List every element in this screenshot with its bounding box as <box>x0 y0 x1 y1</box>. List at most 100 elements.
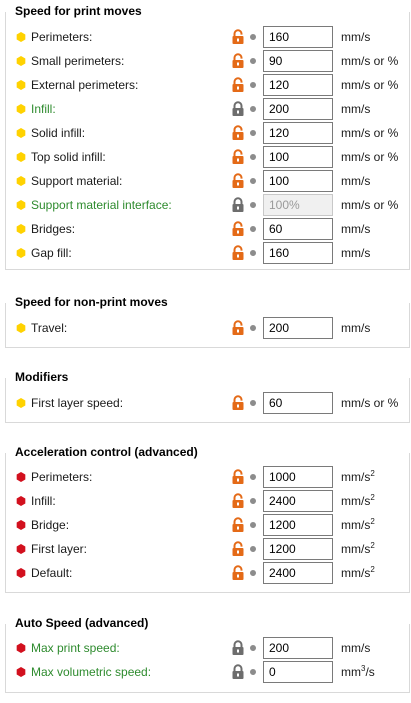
reset-dot-icon[interactable] <box>250 400 256 406</box>
setting-row-bridges: Bridges: mm/s <box>6 218 409 240</box>
unit-text: mm/s or % <box>341 126 399 140</box>
setting-row-support-material-interface: Support material interface: mm/s or % <box>6 194 409 216</box>
reset-dot-icon[interactable] <box>250 226 256 232</box>
setting-row-small-perimeters: Small perimeters: mm/s or % <box>6 50 409 72</box>
reset-dot-icon[interactable] <box>250 669 256 675</box>
value-input-max-volumetric-speed[interactable] <box>263 661 333 683</box>
value-input-perimeters[interactable] <box>263 26 333 48</box>
lock-icon[interactable] <box>231 640 245 656</box>
section-title: Modifiers <box>15 369 72 385</box>
reset-dot-icon[interactable] <box>250 202 256 208</box>
unlock-icon[interactable] <box>231 541 245 557</box>
value-input-support-material[interactable] <box>263 170 333 192</box>
unit-label: mm/s2 <box>341 541 375 557</box>
expert-mode-bullet-icon <box>16 643 26 653</box>
value-input-infill[interactable] <box>263 98 333 120</box>
unit-text: mm/s <box>341 641 371 655</box>
unit-label: mm/s2 <box>341 469 375 485</box>
unlock-icon[interactable] <box>231 493 245 509</box>
value-input-bridges[interactable] <box>263 218 333 240</box>
unit-suffix: /s <box>365 665 375 679</box>
value-input-top-solid-infill[interactable] <box>263 146 333 168</box>
setting-label: Bridges: <box>31 222 76 236</box>
reset-dot-icon[interactable] <box>250 58 256 64</box>
reset-dot-icon[interactable] <box>250 522 256 528</box>
unlock-icon[interactable] <box>231 173 245 189</box>
value-input-bridge[interactable] <box>263 514 333 536</box>
lock-icon[interactable] <box>231 101 245 117</box>
unit-label: mm/s <box>341 320 370 336</box>
reset-dot-icon[interactable] <box>250 250 256 256</box>
value-input-external-perimeters[interactable] <box>263 74 333 96</box>
value-input-default[interactable] <box>263 562 333 584</box>
setting-row-external-perimeters: External perimeters: mm/s or % <box>6 74 409 96</box>
value-input-solid-infill[interactable] <box>263 122 333 144</box>
setting-row-first-layer: First layer: mm/s2 <box>6 538 409 560</box>
unit-text: mm/s <box>341 518 371 532</box>
value-input-travel[interactable] <box>263 317 333 339</box>
value-input-max-print-speed[interactable] <box>263 637 333 659</box>
unit-label: mm/s <box>341 101 370 117</box>
reset-dot-icon[interactable] <box>250 474 256 480</box>
setting-label: Solid infill: <box>31 126 86 140</box>
unlock-icon[interactable] <box>231 395 245 411</box>
reset-dot-icon[interactable] <box>250 178 256 184</box>
advanced-mode-bullet-icon <box>16 323 26 333</box>
reset-dot-icon[interactable] <box>250 645 256 651</box>
reset-dot-icon[interactable] <box>250 82 256 88</box>
unlock-icon[interactable] <box>231 221 245 237</box>
setting-label: First layer speed: <box>31 396 124 410</box>
value-input-first-layer-speed[interactable] <box>263 392 333 414</box>
unit-text: mm/s <box>341 494 371 508</box>
reset-dot-icon[interactable] <box>250 106 256 112</box>
lock-icon[interactable] <box>231 197 245 213</box>
unlock-icon[interactable] <box>231 469 245 485</box>
unlock-icon[interactable] <box>231 125 245 141</box>
advanced-mode-bullet-icon <box>16 248 26 258</box>
unlock-icon[interactable] <box>231 320 245 336</box>
unlock-icon[interactable] <box>231 565 245 581</box>
unlock-icon[interactable] <box>231 77 245 93</box>
unit-label: mm/s or % <box>341 53 398 69</box>
reset-dot-icon[interactable] <box>250 546 256 552</box>
unit-label: mm/s <box>341 29 370 45</box>
unit-label: mm/s or % <box>341 395 398 411</box>
section-title: Speed for non-print moves <box>15 294 171 310</box>
lock-icon[interactable] <box>231 664 245 680</box>
reset-dot-icon[interactable] <box>250 154 256 160</box>
reset-dot-icon[interactable] <box>250 130 256 136</box>
advanced-mode-bullet-icon <box>16 32 26 42</box>
unlock-icon[interactable] <box>231 29 245 45</box>
reset-dot-icon[interactable] <box>250 498 256 504</box>
setting-label: Top solid infill: <box>31 150 106 164</box>
reset-dot-icon[interactable] <box>250 325 256 331</box>
value-input-small-perimeters[interactable] <box>263 50 333 72</box>
setting-row-top-solid-infill: Top solid infill: mm/s or % <box>6 146 409 168</box>
value-input-infill[interactable] <box>263 490 333 512</box>
reset-dot-icon[interactable] <box>250 570 256 576</box>
advanced-mode-bullet-icon <box>16 398 26 408</box>
value-input-gap-fill[interactable] <box>263 242 333 264</box>
unit-text: mm/s <box>341 566 371 580</box>
unlock-icon[interactable] <box>231 53 245 69</box>
value-input-perimeters[interactable] <box>263 466 333 488</box>
unit-label: mm/s or % <box>341 125 398 141</box>
unlock-icon[interactable] <box>231 149 245 165</box>
setting-label: Perimeters: <box>31 30 93 44</box>
value-input-first-layer[interactable] <box>263 538 333 560</box>
reset-dot-icon[interactable] <box>250 34 256 40</box>
unit-text: mm/s <box>341 246 371 260</box>
setting-row-travel: Travel: mm/s <box>6 317 409 339</box>
unlock-icon[interactable] <box>231 517 245 533</box>
unit-text: mm <box>341 665 361 679</box>
advanced-mode-bullet-icon <box>16 104 26 114</box>
value-input-support-material-interface <box>263 194 333 216</box>
unlock-icon[interactable] <box>231 245 245 261</box>
unit-label: mm/s or % <box>341 149 398 165</box>
setting-label: Max print speed: <box>31 641 120 655</box>
setting-label: Gap fill: <box>31 246 72 260</box>
unit-label: mm/s <box>341 173 370 189</box>
unit-text: mm/s or % <box>341 78 399 92</box>
section-title: Acceleration control (advanced) <box>15 444 201 460</box>
unit-text: mm/s or % <box>341 396 399 410</box>
